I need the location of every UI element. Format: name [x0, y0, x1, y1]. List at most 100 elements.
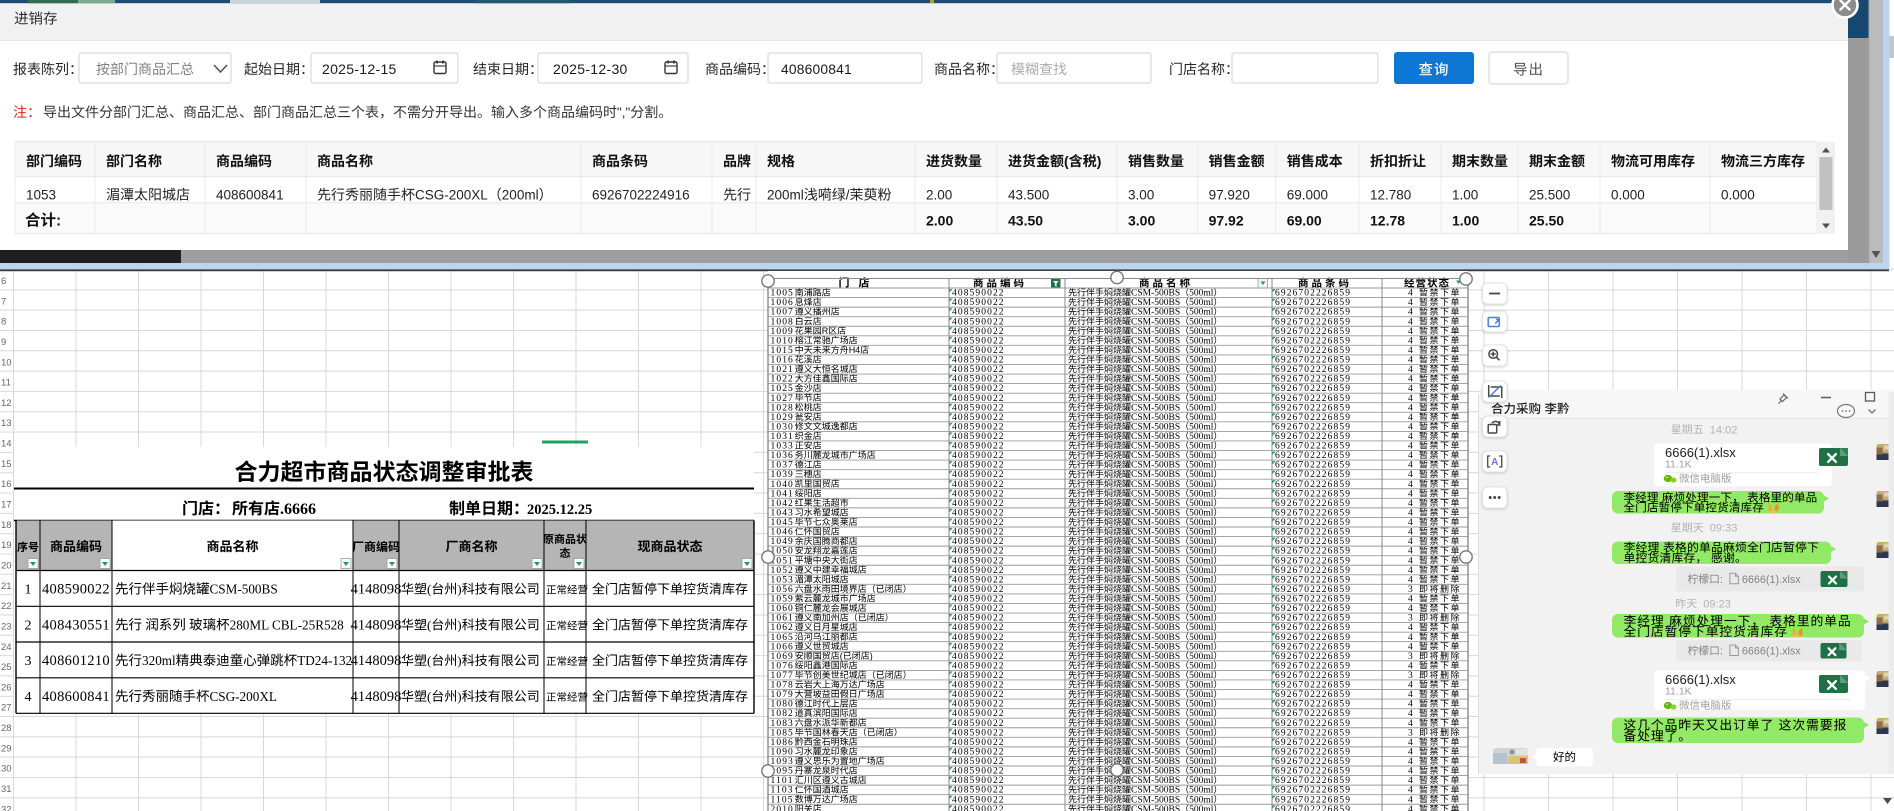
svg-text:280ML CBL-25R528: 280ML CBL-25R528 — [230, 617, 345, 632]
svg-text:25.500: 25.500 — [1529, 188, 1570, 203]
svg-text:(: ( — [427, 582, 431, 597]
svg-text:1053: 1053 — [26, 188, 56, 203]
svg-text:14:02: 14:02 — [1704, 424, 1738, 436]
svg-text:8: 8 — [1, 317, 6, 328]
svg-text:3.00: 3.00 — [1128, 188, 1154, 203]
svg-text:1.00: 1.00 — [1452, 188, 1478, 203]
svg-text:12: 12 — [1, 398, 12, 409]
svg-text:10: 10 — [1, 357, 12, 368]
svg-text:1086: 1086 — [771, 738, 794, 748]
svg-text:1103: 1103 — [771, 786, 794, 796]
svg-text:): ) — [457, 617, 461, 632]
svg-text:1030: 1030 — [771, 422, 794, 432]
svg-text:29: 29 — [1, 743, 12, 754]
svg-text:26: 26 — [1, 682, 12, 693]
svg-text:1082: 1082 — [771, 709, 794, 719]
svg-text:21: 21 — [1, 581, 12, 592]
svg-text:4: 4 — [25, 690, 32, 705]
svg-text:H4: H4 — [849, 345, 861, 355]
svg-text:25: 25 — [1, 662, 12, 673]
svg-text:): ) — [457, 582, 461, 597]
svg-text:3.00: 3.00 — [1128, 213, 1155, 229]
svg-text:6666(1).xlsx: 6666(1).xlsx — [1742, 646, 1801, 658]
svg-text:22: 22 — [1, 601, 12, 612]
svg-text:69.000: 69.000 — [1287, 188, 1328, 203]
svg-text:1028: 1028 — [771, 403, 794, 413]
svg-text:CSG-200XL: CSG-200XL — [415, 188, 488, 203]
svg-text:): ) — [457, 689, 461, 704]
svg-text::: : — [56, 213, 61, 230]
svg-text:(: ( — [427, 617, 431, 632]
svg-text:2025-12-30: 2025-12-30 — [553, 61, 628, 77]
svg-text:1046: 1046 — [771, 528, 794, 538]
svg-text:16: 16 — [1, 479, 12, 490]
svg-text:1031: 1031 — [771, 432, 794, 442]
svg-text:6926702224916: 6926702224916 — [592, 188, 690, 203]
svg-text:13: 13 — [1, 418, 12, 429]
svg-text:1061: 1061 — [771, 614, 794, 624]
svg-text:1076: 1076 — [771, 661, 794, 671]
svg-text:2025.12.25: 2025.12.25 — [527, 502, 592, 518]
svg-text:15: 15 — [1, 459, 12, 470]
svg-text:1042: 1042 — [771, 499, 794, 509]
svg-text:30: 30 — [1, 764, 12, 775]
svg-text:408590022: 408590022 — [42, 582, 110, 598]
svg-text:2.00: 2.00 — [926, 213, 953, 229]
svg-text:24: 24 — [1, 642, 12, 653]
svg-text:1016: 1016 — [771, 356, 794, 366]
svg-text::: : — [1720, 574, 1723, 586]
svg-text:09:23: 09:23 — [1697, 599, 1731, 611]
svg-text:",": "," — [617, 105, 631, 120]
svg-text:200ml: 200ml — [767, 188, 804, 203]
svg-text:23: 23 — [1, 621, 12, 632]
svg-text:69.00: 69.00 — [1287, 213, 1322, 229]
svg-text:CSG-200XL: CSG-200XL — [210, 689, 277, 704]
svg-text:0.000: 0.000 — [1721, 188, 1755, 203]
svg-text:0.000: 0.000 — [1611, 188, 1645, 203]
svg-text:(: ( — [427, 653, 431, 668]
svg-text:97.92: 97.92 — [1209, 213, 1244, 229]
svg-text:1025: 1025 — [771, 384, 794, 394]
svg-text:2: 2 — [25, 618, 32, 633]
svg-text:28: 28 — [1, 723, 12, 734]
svg-text:27: 27 — [1, 703, 12, 714]
svg-text:4148098: 4148098 — [351, 582, 402, 598]
svg-text:32: 32 — [1, 804, 12, 811]
svg-text:4148098: 4148098 — [351, 617, 402, 633]
svg-text:6: 6 — [1, 276, 6, 287]
svg-text:18: 18 — [1, 520, 12, 531]
svg-text:1062: 1062 — [771, 623, 794, 633]
svg-text:1083: 1083 — [771, 719, 794, 729]
svg-text:1022: 1022 — [771, 375, 794, 385]
svg-text:12.78: 12.78 — [1370, 213, 1405, 229]
svg-text:11.1K: 11.1K — [1665, 686, 1692, 698]
svg-text:): ) — [870, 651, 873, 661]
svg-text:408601210: 408601210 — [42, 653, 110, 669]
svg-text:43.50: 43.50 — [1008, 213, 1043, 229]
svg-text:43.500: 43.500 — [1008, 188, 1049, 203]
svg-text:2.00: 2.00 — [926, 188, 952, 203]
svg-text:6666(1).xlsx: 6666(1).xlsx — [1742, 574, 1801, 586]
svg-text:TD24-132: TD24-132 — [297, 653, 352, 668]
svg-text:.6666: .6666 — [280, 501, 316, 518]
svg-text:): ) — [457, 653, 461, 668]
svg-text:20: 20 — [1, 560, 12, 571]
svg-text:CSM-500BS: CSM-500BS — [210, 582, 278, 597]
svg-text:R: R — [822, 326, 829, 336]
svg-text:1039: 1039 — [771, 470, 794, 480]
svg-text:(: ( — [1064, 153, 1069, 169]
svg-text:1040: 1040 — [771, 480, 794, 490]
svg-text:1005: 1005 — [771, 289, 794, 299]
svg-text:1059: 1059 — [771, 595, 794, 605]
svg-text:1093: 1093 — [771, 757, 794, 767]
svg-text:1066: 1066 — [771, 642, 794, 652]
svg-text:1007: 1007 — [771, 308, 794, 318]
svg-text:408430551: 408430551 — [42, 617, 110, 633]
svg-text:7: 7 — [1, 296, 6, 307]
svg-text:4148098: 4148098 — [351, 689, 402, 705]
svg-text:/: / — [846, 188, 850, 203]
svg-text:1009: 1009 — [771, 327, 794, 337]
svg-text:408600841: 408600841 — [216, 188, 284, 203]
svg-text:(: ( — [427, 689, 431, 704]
svg-text:97.920: 97.920 — [1209, 188, 1250, 203]
